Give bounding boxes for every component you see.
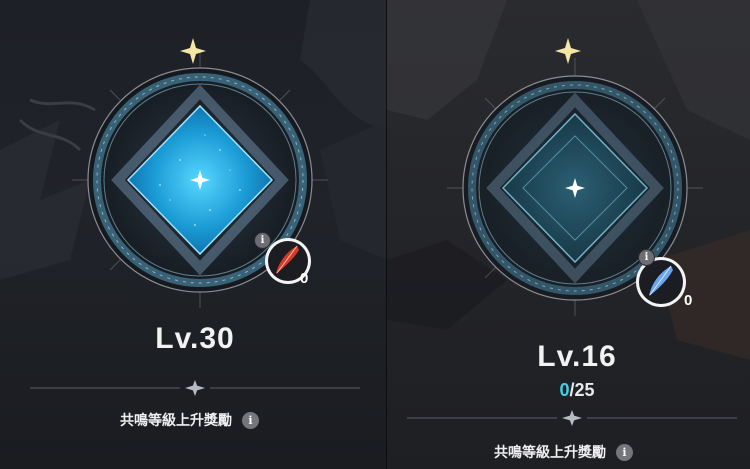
reward-info-icon[interactable]: i <box>616 443 633 461</box>
left-resonance-panel: i 0 Lv.30 共鳴等級上升獎勵 i <box>0 0 387 469</box>
item-info-icon[interactable]: i <box>638 249 655 266</box>
item-count: 0 <box>300 270 309 287</box>
level-label: Lv.16 <box>537 340 617 373</box>
reward-label: 共鳴等級上升獎勵 <box>120 412 232 428</box>
top-star-icon <box>555 38 581 64</box>
progress-current: 0 <box>559 380 570 400</box>
resonance-progress: 0/25 <box>527 380 627 401</box>
reward-info-icon[interactable]: i <box>242 411 259 429</box>
reward-row: 共鳴等級上升獎勵 i <box>494 442 633 462</box>
item-info-icon[interactable]: i <box>254 232 271 249</box>
progress-total: /25 <box>569 380 595 400</box>
resonance-screen: i 0 Lv.30 共鳴等級上升獎勵 i i 0 Lv.16 0/25 共鳴等級… <box>0 0 750 469</box>
reward-row: 共鳴等級上升獎勵 i <box>120 410 259 430</box>
ornament-divider <box>30 380 360 396</box>
top-star-icon <box>180 38 206 64</box>
item-count: 0 <box>684 292 693 309</box>
level-label: Lv.30 <box>155 322 235 355</box>
reward-label: 共鳴等級上升獎勵 <box>494 444 606 460</box>
ornament-divider <box>407 410 737 426</box>
right-resonance-panel: i 0 Lv.16 0/25 共鳴等級上升獎勵 i <box>387 0 750 469</box>
